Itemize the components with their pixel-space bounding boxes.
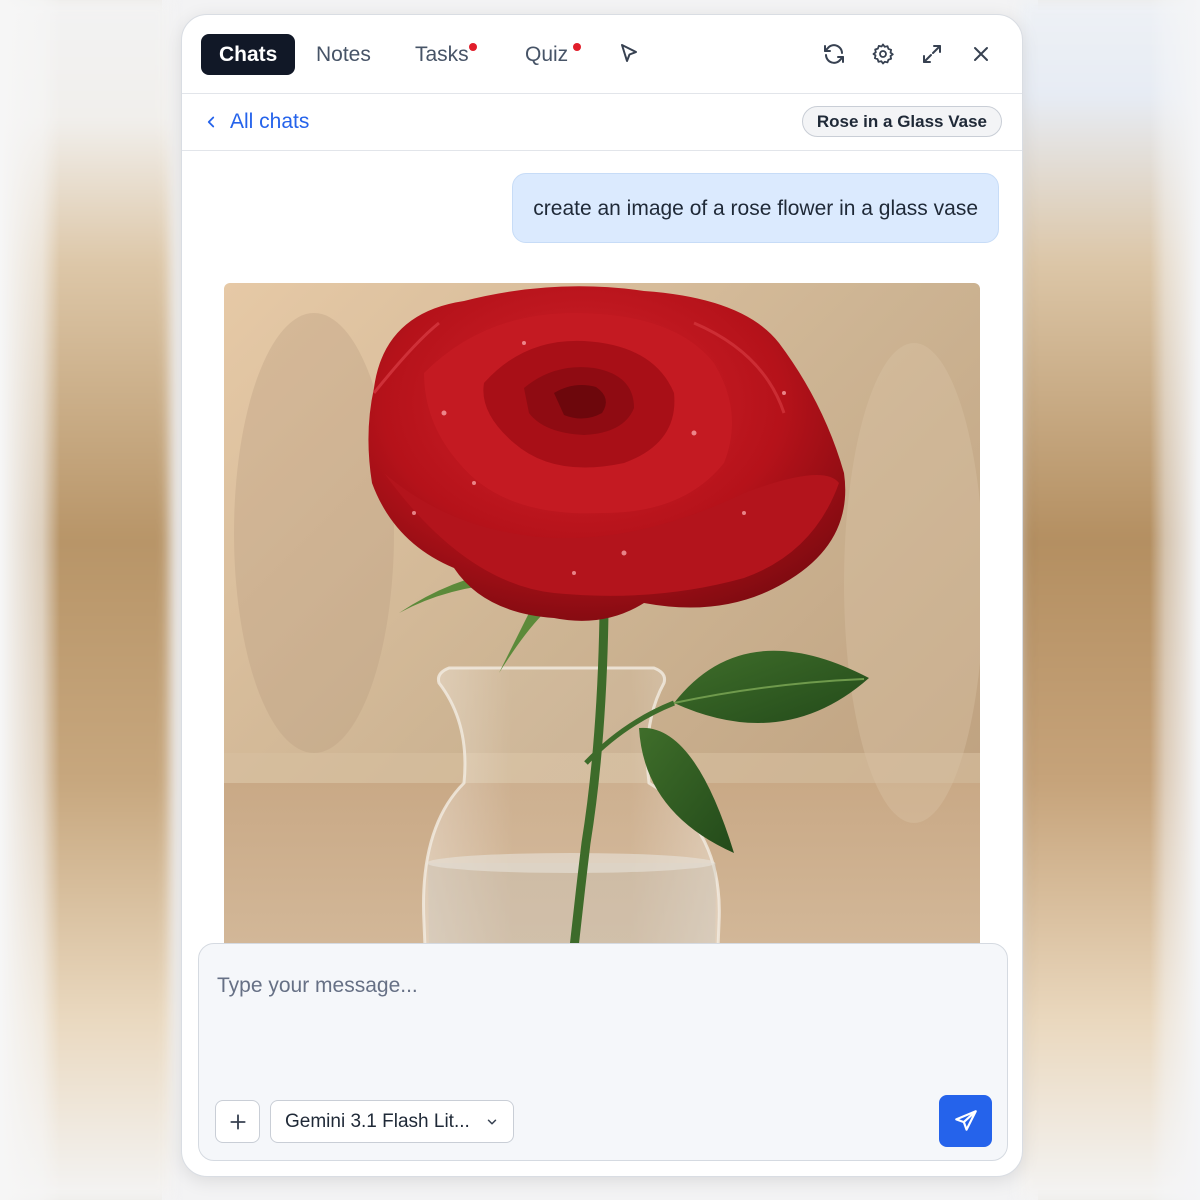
tab-tasks[interactable]: Tasks [397, 34, 487, 75]
refresh-icon[interactable] [819, 39, 849, 69]
gear-icon[interactable] [868, 39, 898, 69]
top-toolbar: Chats Notes Tasks Quiz [182, 15, 1022, 94]
message-list[interactable]: create an image of a rose flower in a gl… [182, 151, 1022, 1081]
model-selector-label: Gemini 3.1 Flash Lit... [285, 1110, 470, 1132]
chat-header: All chats Rose in a Glass Vase [182, 94, 1022, 151]
send-icon [954, 1110, 977, 1131]
pointer-icon[interactable] [614, 39, 644, 69]
chevron-left-icon [207, 116, 215, 128]
expand-icon[interactable] [917, 39, 947, 69]
tasks-notification-dot [468, 43, 477, 51]
message-composer: Gemini 3.1 Flash Lit... [198, 943, 1008, 1161]
chevron-down-icon [487, 1119, 497, 1125]
chat-panel: Chats Notes Tasks Quiz All chats Rose in… [181, 14, 1023, 1177]
send-button[interactable] [939, 1095, 992, 1147]
attach-button[interactable] [215, 1100, 260, 1143]
tab-chats[interactable]: Chats [201, 34, 296, 75]
message-input[interactable] [217, 974, 987, 1034]
model-selector[interactable]: Gemini 3.1 Flash Lit... [270, 1100, 514, 1143]
plus-icon [229, 1113, 246, 1130]
back-to-all-chats-link[interactable]: All chats [202, 108, 309, 136]
user-message: create an image of a rose flower in a gl… [512, 173, 999, 243]
tab-notes[interactable]: Notes [298, 34, 389, 75]
generated-image-rose-in-vase[interactable] [224, 283, 980, 1043]
close-icon[interactable] [966, 39, 996, 69]
tab-quiz[interactable]: Quiz [507, 34, 586, 75]
quiz-notification-dot [573, 43, 582, 51]
back-label: All chats [230, 110, 310, 133]
chat-title-badge: Rose in a Glass Vase [801, 106, 1002, 137]
